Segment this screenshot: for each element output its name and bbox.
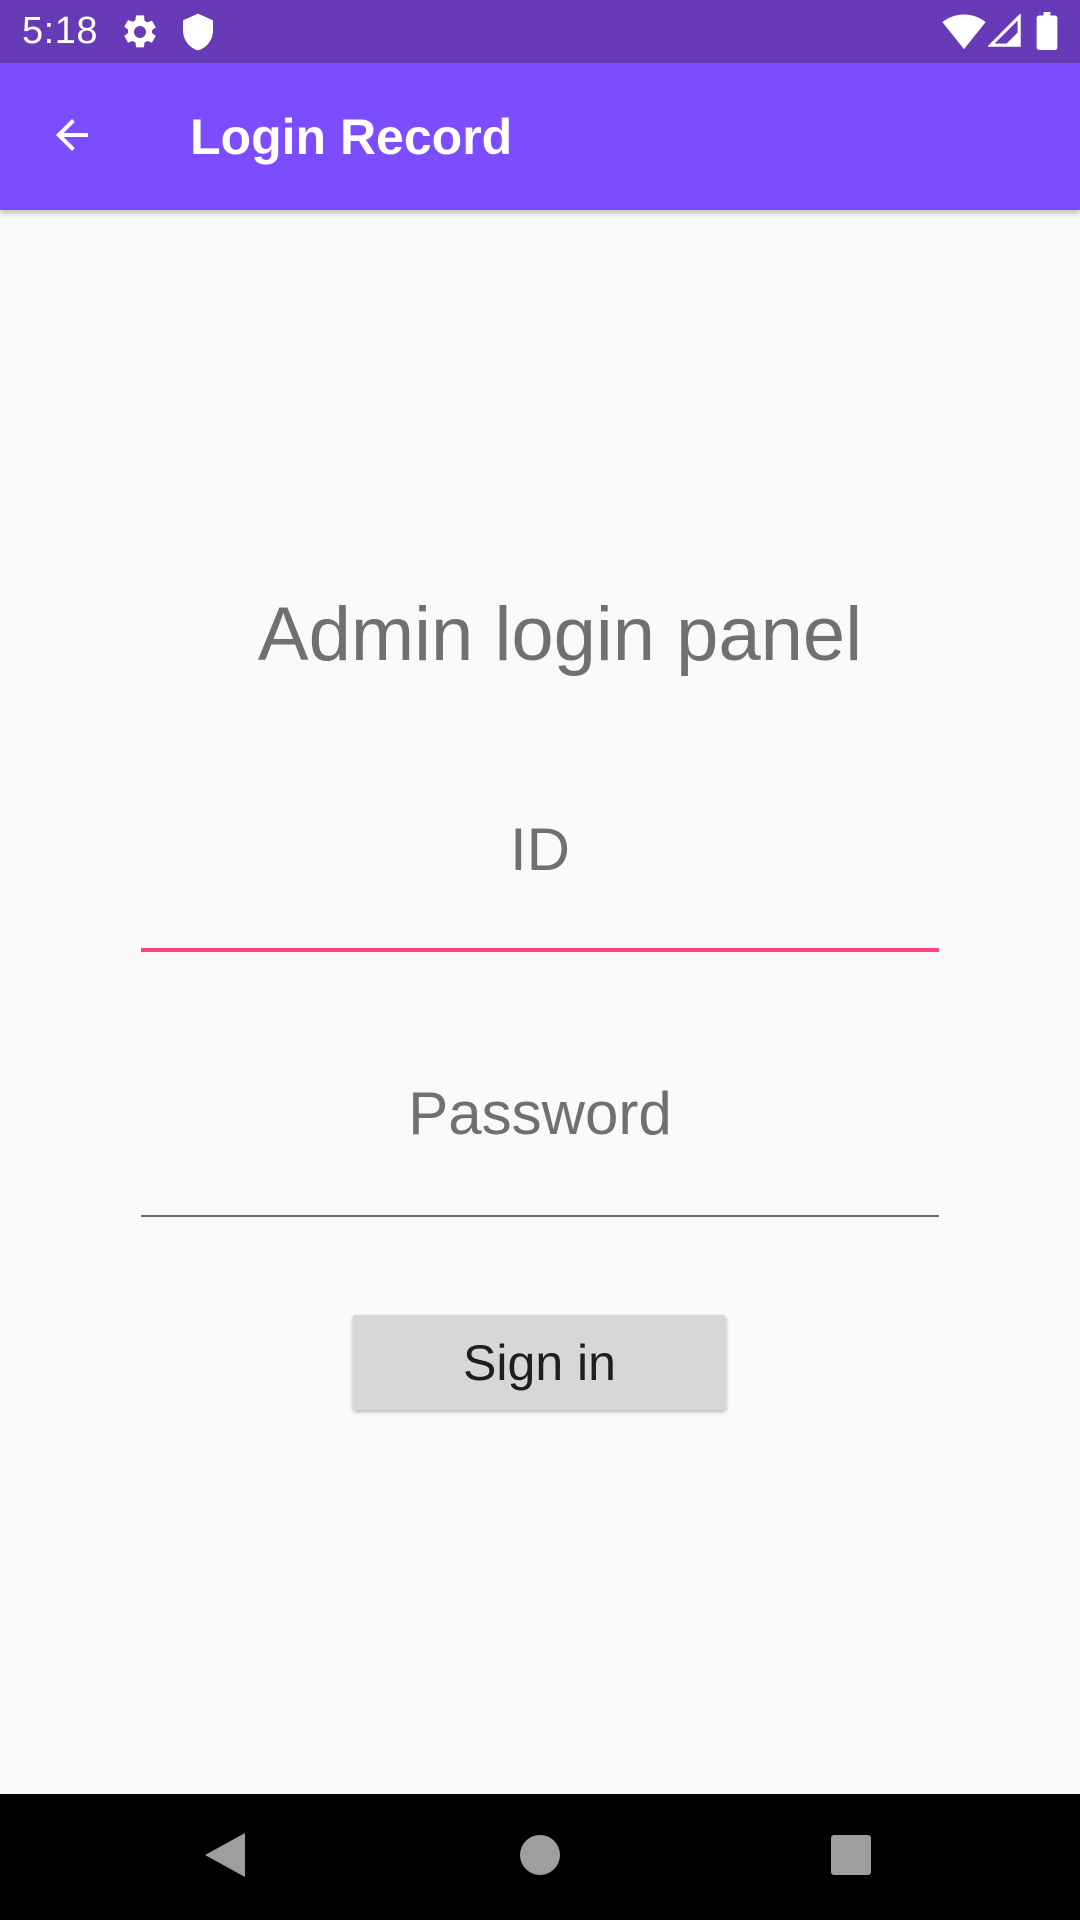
app-bar: Login Record <box>0 63 1080 210</box>
back-triangle-icon <box>203 1831 247 1884</box>
navigation-bar <box>0 1794 1080 1920</box>
wifi-icon <box>942 14 986 50</box>
app-title: Login Record <box>190 109 513 165</box>
login-screen: 5:18 Login Record Admin login panel ID S… <box>0 0 1080 1920</box>
id-input[interactable] <box>141 772 939 952</box>
cell-signal-icon <box>987 13 1022 48</box>
arrow-back-icon <box>48 111 96 164</box>
nav-home-button[interactable] <box>495 1812 585 1902</box>
back-button[interactable] <box>24 93 120 181</box>
nav-recents-button[interactable] <box>806 1812 896 1902</box>
battery-icon <box>1036 12 1058 50</box>
shield-icon <box>178 12 218 52</box>
status-time: 5:18 <box>22 10 98 52</box>
recents-square-icon <box>831 1834 871 1880</box>
gear-icon <box>120 12 160 52</box>
sign-in-button[interactable]: Sign in <box>353 1315 726 1410</box>
panel-title: Admin login panel <box>257 592 863 677</box>
id-field-container <box>141 772 939 952</box>
password-field-container <box>141 1035 939 1217</box>
nav-back-button[interactable] <box>180 1812 270 1902</box>
id-field-underline <box>141 948 939 952</box>
home-circle-icon <box>520 1834 560 1880</box>
password-field-underline <box>141 1215 939 1217</box>
password-input[interactable] <box>141 1035 939 1217</box>
status-bar: 5:18 <box>0 0 1080 63</box>
